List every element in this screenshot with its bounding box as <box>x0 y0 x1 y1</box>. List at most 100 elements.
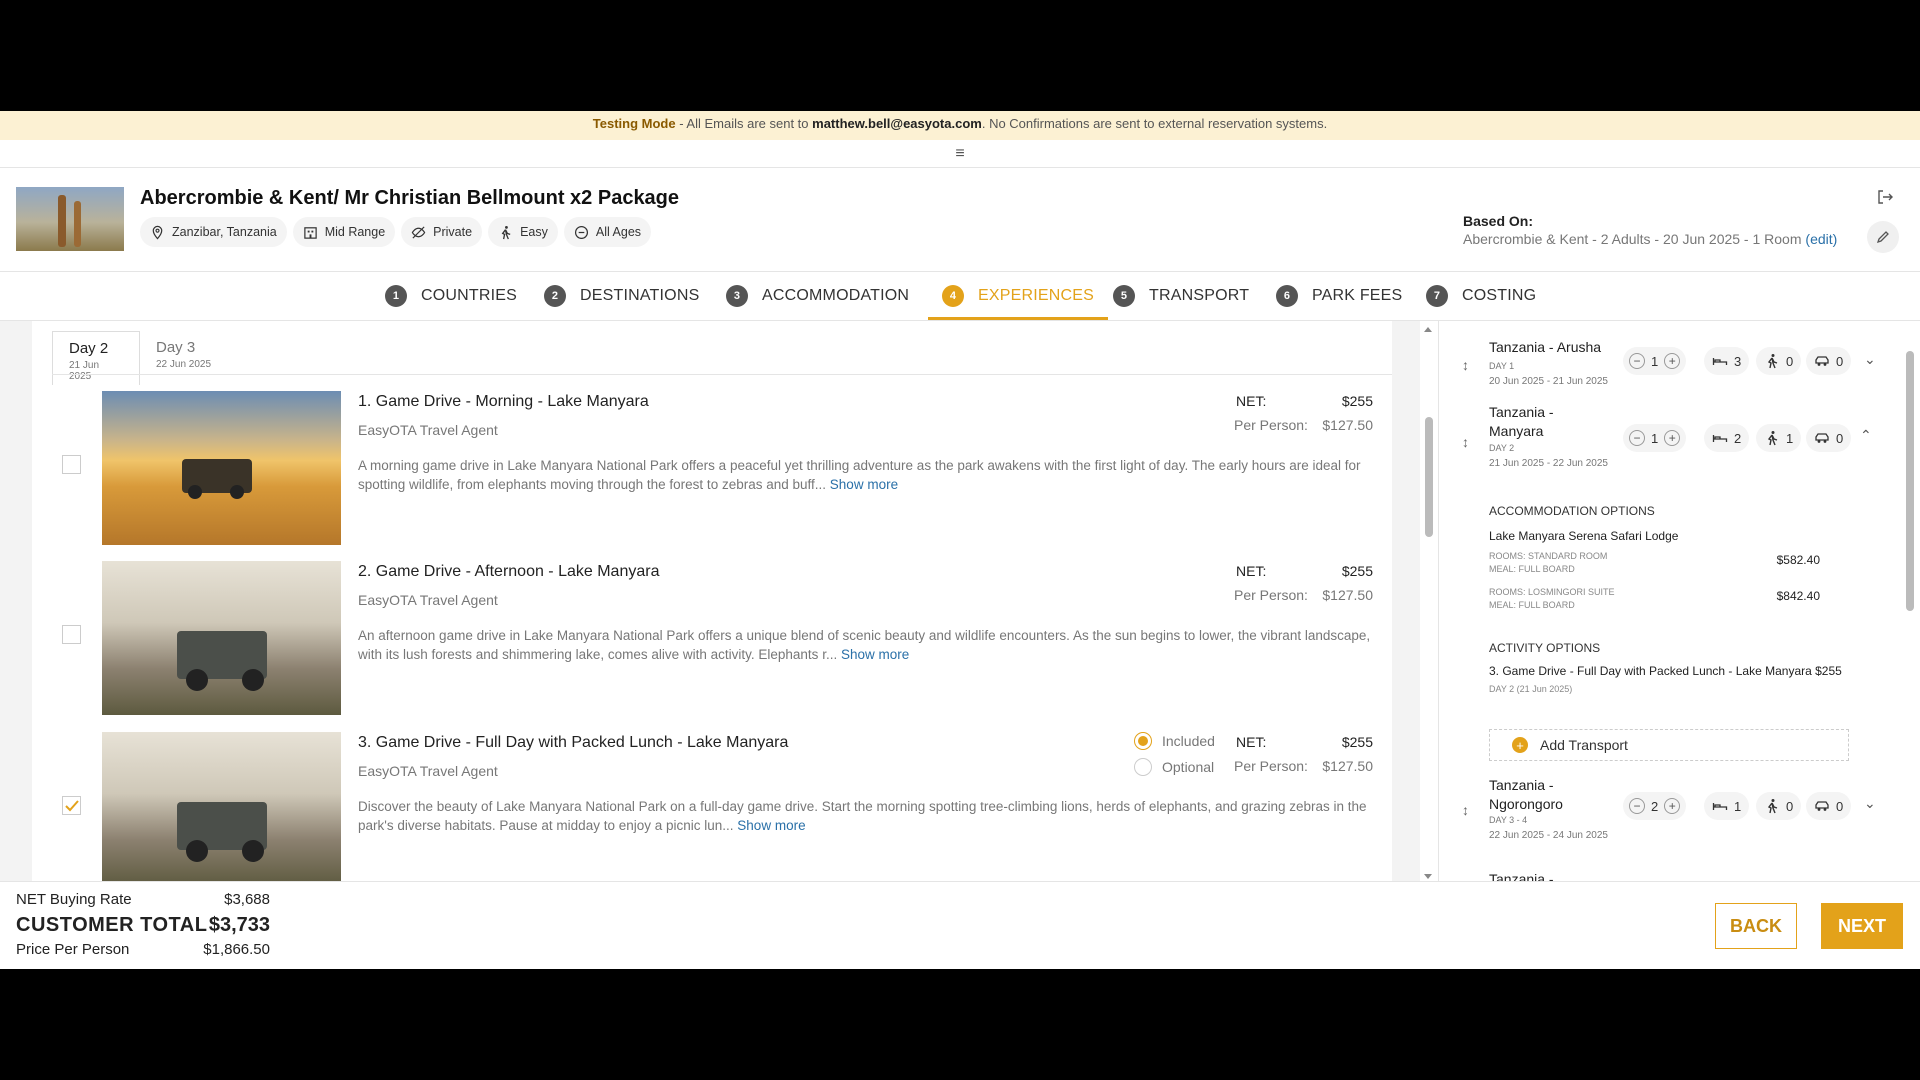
minus-icon[interactable]: − <box>1629 353 1645 369</box>
plus-icon: + <box>1512 737 1528 753</box>
chevron-down-icon[interactable]: ⌄ <box>1864 351 1876 368</box>
based-on-label: Based On: <box>1463 213 1534 229</box>
tab-countries[interactable]: 1 COUNTRIES <box>385 272 517 320</box>
exit-icon[interactable] <box>1876 188 1894 206</box>
scroll-down-icon[interactable] <box>1423 873 1433 881</box>
tab-destinations[interactable]: 2 DESTINATIONS <box>544 272 699 320</box>
rooms-count: 2 <box>1734 430 1742 446</box>
show-more-link[interactable]: Show more <box>841 647 909 662</box>
package-tags: Zanzibar, Tanzania Mid Range Private Eas… <box>140 217 652 247</box>
tab-park-fees[interactable]: 6 PARK FEES <box>1276 272 1402 320</box>
package-title: Abercrombie & Kent/ Mr Christian Bellmou… <box>140 187 680 209</box>
tab-costing[interactable]: 7 COSTING <box>1426 272 1536 320</box>
activity-agent: EasyOTA Travel Agent <box>358 763 498 779</box>
app-window: Testing Mode - All Emails are sent to ma… <box>0 111 1920 969</box>
menu-icon[interactable]: ≡ <box>950 145 970 163</box>
net-price: $255 <box>1341 734 1373 750</box>
day-tab-3[interactable]: Day 3 22 Jun 2025 <box>140 331 228 385</box>
banner-text-2: . No Confirmations are sent to external … <box>981 116 1328 131</box>
add-transport-button[interactable]: + Add Transport <box>1489 729 1849 761</box>
next-button[interactable]: NEXT <box>1821 903 1903 949</box>
activity-checkbox[interactable] <box>62 625 81 644</box>
back-button[interactable]: BACK <box>1715 903 1797 949</box>
step-number: 7 <box>1426 285 1448 307</box>
location-day: DAY 1 <box>1489 361 1515 371</box>
tab-transport[interactable]: 5 TRANSPORT <box>1113 272 1249 320</box>
bed-icon <box>1712 358 1728 365</box>
included-radio[interactable]: Included <box>1134 732 1215 750</box>
chevron-down-icon[interactable]: ⌄ <box>1864 795 1876 812</box>
activity-agent: EasyOTA Travel Agent <box>358 422 498 438</box>
room-type: ROOMS: STANDARD ROOM <box>1489 551 1608 561</box>
tab-experiences[interactable]: 4 EXPERIENCES <box>927 272 1109 320</box>
activity-name: 2. Game Drive - Afternoon - Lake Manyara <box>358 563 660 580</box>
activity-checkbox[interactable] <box>62 455 81 474</box>
nights-stepper[interactable]: −1 + <box>1623 424 1687 452</box>
drag-handle-icon[interactable]: ↕ <box>1462 434 1469 450</box>
chevron-up-icon[interactable]: ⌃ <box>1860 427 1872 444</box>
divider <box>52 374 1392 375</box>
drag-handle-icon[interactable]: ↕ <box>1462 802 1469 818</box>
tab-label: EXPERIENCES <box>978 287 1095 304</box>
location-chip: Zanzibar, Tanzania <box>140 217 287 247</box>
tab-label: TRANSPORT <box>1149 287 1250 304</box>
day-label: Day 2 <box>69 340 109 357</box>
car-icon <box>1815 433 1829 443</box>
transport-count: 0 <box>1836 430 1844 446</box>
based-on-value: Abercrombie & Kent - 2 Adults - 20 Jun 2… <box>1463 231 1802 247</box>
banner-email: matthew.bell@easyota.com <box>812 116 982 131</box>
activity-name: 3. Game Drive - Full Day with Packed Lun… <box>358 734 789 751</box>
scrollbar-thumb[interactable] <box>1425 417 1433 537</box>
room-price: $582.40 <box>1776 553 1820 567</box>
transport-pill[interactable]: 0 <box>1806 792 1852 820</box>
activities-pill[interactable]: 0 <box>1756 347 1802 375</box>
scroll-up-icon[interactable] <box>1423 325 1433 333</box>
tab-label: COSTING <box>1462 287 1537 304</box>
itinerary-panel: ↕ Tanzania - Arusha DAY 1 20 Jun 2025 - … <box>1440 321 1920 881</box>
day-date: 21 Jun 2025 <box>69 360 100 382</box>
show-more-link[interactable]: Show more <box>830 477 898 492</box>
activities-pill[interactable]: 1 <box>1756 424 1802 452</box>
plus-icon[interactable]: + <box>1664 798 1681 814</box>
per-person-price: $127.50 <box>1322 417 1373 433</box>
difficulty-chip: Easy <box>488 217 558 247</box>
itinerary-scrollbar-thumb[interactable] <box>1906 351 1914 611</box>
plus-icon[interactable]: + <box>1664 353 1681 369</box>
net-label: NET: <box>1236 563 1267 579</box>
hiking-icon <box>501 225 511 239</box>
activities-scrollbar[interactable] <box>1423 325 1433 881</box>
hiking-icon <box>1767 799 1778 814</box>
transport-pill[interactable]: 0 <box>1806 347 1852 375</box>
edit-button[interactable] <box>1867 221 1899 253</box>
nights-stepper[interactable]: −2 + <box>1623 792 1687 820</box>
activity-checkbox-checked[interactable] <box>62 796 81 815</box>
rooms-pill[interactable]: 2 <box>1704 424 1750 452</box>
transport-pill[interactable]: 0 <box>1806 424 1852 452</box>
tab-accommodation[interactable]: 3 ACCOMMODATION <box>726 272 909 320</box>
drag-handle-icon[interactable]: ↕ <box>1462 357 1469 373</box>
tab-label: ACCOMMODATION <box>762 287 910 304</box>
rooms-pill[interactable]: 1 <box>1704 792 1750 820</box>
minus-icon[interactable]: − <box>1629 430 1645 446</box>
map-pin-icon <box>152 225 163 240</box>
step-number: 5 <box>1113 285 1135 307</box>
transport-count: 0 <box>1836 798 1844 814</box>
day-tab-2[interactable]: Day 2 21 Jun 2025 <box>52 331 140 385</box>
net-price: $255 <box>1341 393 1373 409</box>
minus-icon[interactable]: − <box>1629 798 1645 814</box>
nights-stepper[interactable]: −1 + <box>1623 347 1687 375</box>
radio-selected <box>1134 732 1152 750</box>
rooms-pill[interactable]: 3 <box>1704 347 1750 375</box>
activities-pill[interactable]: 0 <box>1756 792 1802 820</box>
step-number: 2 <box>544 285 566 307</box>
plus-icon[interactable]: + <box>1664 430 1681 446</box>
room-type: ROOMS: LOSMINGORI SUITE <box>1489 587 1615 597</box>
lodge-name: Lake Manyara Serena Safari Lodge <box>1489 529 1679 543</box>
nights-count: 2 <box>1651 798 1659 814</box>
net-price: $255 <box>1341 563 1373 579</box>
activity-card: 1. Game Drive - Morning - Lake Manyara E… <box>32 391 1392 547</box>
activity-card: 2. Game Drive - Afternoon - Lake Manyara… <box>32 561 1392 717</box>
optional-radio[interactable]: Optional <box>1134 758 1214 776</box>
edit-link[interactable]: (edit) <box>1805 231 1837 247</box>
show-more-link[interactable]: Show more <box>737 818 805 833</box>
